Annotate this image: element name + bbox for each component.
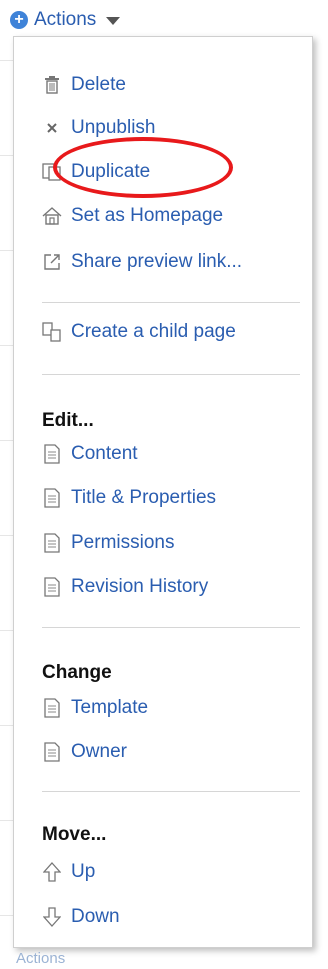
menu-item-content[interactable]: Content — [42, 440, 138, 468]
page-icon — [42, 532, 62, 554]
menu-item-label: Set as Homepage — [71, 205, 224, 226]
menu-item-create-child-page[interactable]: Create a child page — [42, 318, 236, 346]
section-heading-edit: Edit... — [42, 410, 94, 431]
share-link-icon — [42, 251, 62, 273]
home-icon — [42, 205, 62, 227]
page-icon — [42, 741, 62, 763]
arrow-down-icon — [42, 906, 62, 928]
menu-item-label: Up — [71, 861, 96, 882]
actions-label: Actions — [34, 9, 97, 30]
plus-icon: + — [10, 11, 28, 29]
menu-item-owner[interactable]: Owner — [42, 738, 127, 766]
background-lines — [0, 0, 14, 969]
actions-dropdown-menu: Delete Unpublish Duplicate Set as Homepa… — [13, 36, 313, 948]
menu-item-label: Revision History — [71, 576, 209, 597]
menu-item-label: Owner — [71, 741, 127, 762]
menu-item-permissions[interactable]: Permissions — [42, 529, 174, 557]
menu-item-label: Permissions — [71, 532, 175, 553]
arrow-up-icon — [42, 861, 62, 883]
actions-label-bottom: Actions — [16, 950, 66, 967]
menu-item-label: Duplicate — [71, 161, 151, 182]
divider — [42, 627, 300, 628]
menu-item-revision-history[interactable]: Revision History — [42, 573, 208, 601]
menu-item-label: Down — [71, 906, 120, 927]
menu-item-set-as-homepage[interactable]: Set as Homepage — [42, 202, 223, 230]
section-heading-change: Change — [42, 662, 112, 683]
section-heading-move: Move... — [42, 824, 107, 845]
divider — [42, 302, 300, 303]
menu-item-label: Delete — [71, 74, 126, 95]
menu-item-label: Unpublish — [71, 117, 156, 138]
menu-item-template[interactable]: Template — [42, 694, 148, 722]
menu-item-delete[interactable]: Delete — [42, 71, 126, 99]
menu-item-unpublish[interactable]: Unpublish — [42, 114, 156, 142]
page-icon — [42, 487, 62, 509]
page-icon — [42, 697, 62, 719]
x-icon — [42, 117, 62, 139]
trash-icon — [42, 74, 62, 96]
divider — [42, 791, 300, 792]
menu-item-title-properties[interactable]: Title & Properties — [42, 484, 216, 512]
menu-item-label: Create a child page — [71, 321, 236, 342]
page-icon — [42, 443, 62, 465]
menu-item-label: Template — [71, 697, 149, 718]
menu-item-share-preview-link[interactable]: Share preview link... — [42, 248, 242, 276]
menu-item-label: Share preview link... — [71, 251, 243, 272]
page-icon — [42, 576, 62, 598]
menu-item-duplicate[interactable]: Duplicate — [42, 158, 150, 186]
divider — [42, 374, 300, 375]
menu-item-label: Content — [71, 443, 138, 464]
menu-item-down[interactable]: Down — [42, 903, 120, 931]
duplicate-icon — [42, 161, 62, 183]
menu-item-up[interactable]: Up — [42, 858, 95, 886]
child-page-icon — [42, 321, 62, 343]
menu-item-label: Title & Properties — [71, 487, 217, 508]
actions-button[interactable]: + Actions — [10, 8, 121, 32]
chevron-down-icon — [106, 17, 121, 25]
